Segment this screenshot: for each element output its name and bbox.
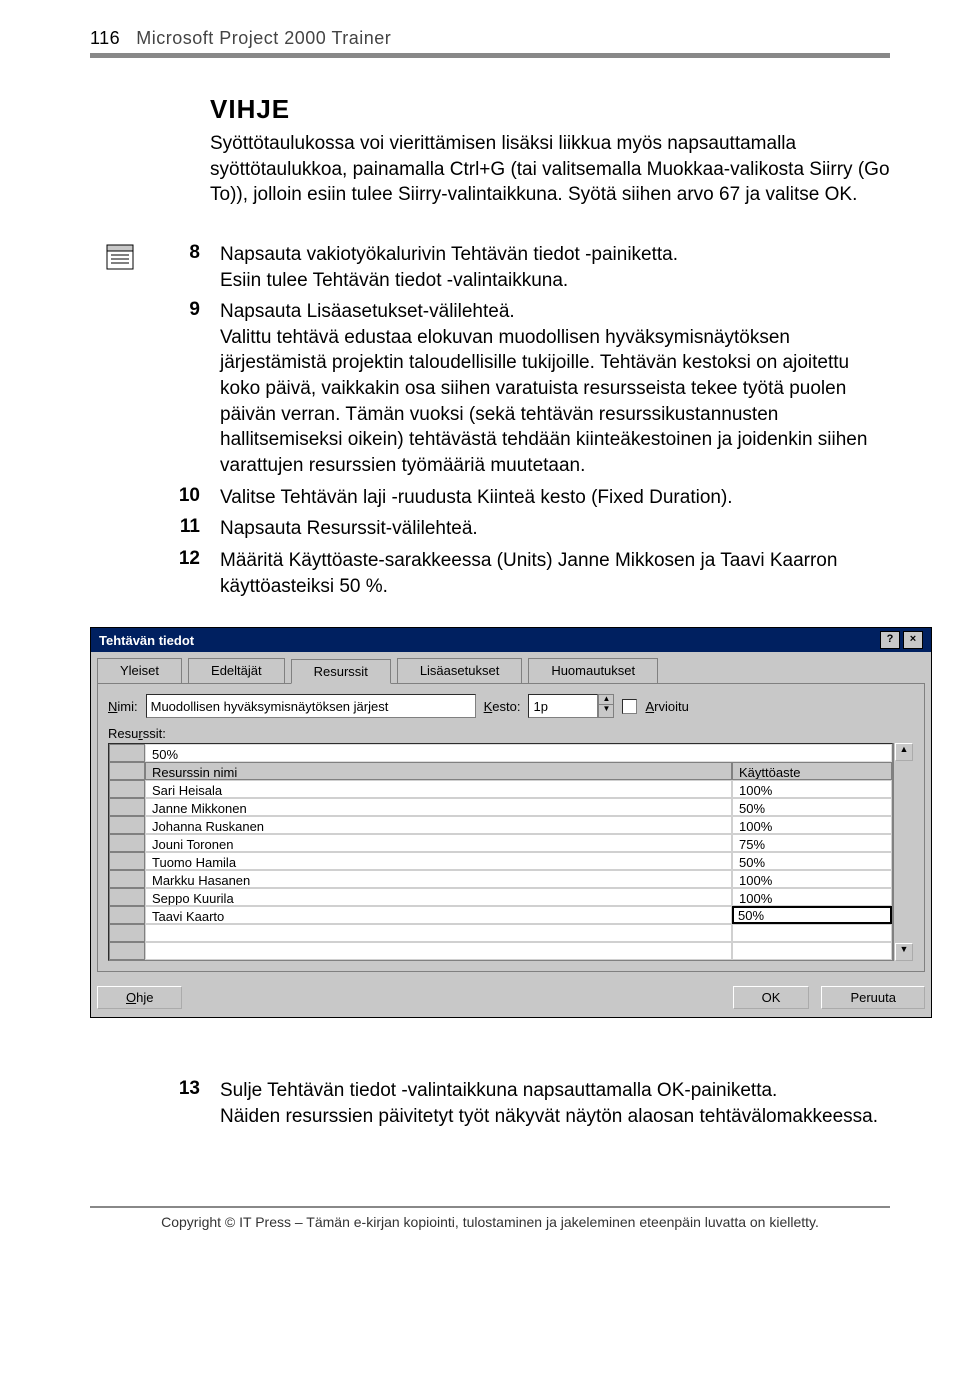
duration-field[interactable] bbox=[528, 694, 598, 718]
tip-title: VIHJE bbox=[210, 94, 890, 125]
cancel-button[interactable]: Peruuta bbox=[821, 986, 925, 1009]
name-label: Nimi: bbox=[108, 699, 138, 714]
estimated-checkbox[interactable] bbox=[622, 699, 637, 714]
step-number: 8 bbox=[150, 242, 220, 264]
name-field[interactable] bbox=[146, 694, 476, 718]
step-line: Napsauta vakiotyökalurivin Tehtävän tied… bbox=[220, 242, 890, 268]
step-row: 10 Valitse Tehtävän laji -ruudusta Kiint… bbox=[90, 485, 890, 511]
task-info-icon bbox=[90, 242, 150, 270]
tab-resources[interactable]: Resurssit bbox=[291, 659, 391, 684]
steps-list: 8 Napsauta vakiotyökalurivin Tehtävän ti… bbox=[90, 242, 890, 599]
step-text: Napsauta Lisäasetukset-välilehteä. Valit… bbox=[220, 299, 890, 478]
table-row bbox=[109, 924, 892, 942]
step-row: 12 Määritä Käyttöaste-sarakkeessa (Units… bbox=[90, 548, 890, 599]
table-row: Taavi Kaarto50% bbox=[109, 906, 892, 924]
edit-line[interactable]: 50% bbox=[145, 744, 892, 762]
scroll-up-icon[interactable]: ▲ bbox=[895, 743, 913, 761]
page-title: Microsoft Project 2000 Trainer bbox=[136, 28, 391, 49]
tab-notes[interactable]: Huomautukset bbox=[528, 658, 658, 683]
step-line: Valittu tehtävä edustaa elokuvan muodoll… bbox=[220, 325, 890, 479]
step-line: Näiden resurssien päivitetyt työt näkyvä… bbox=[220, 1104, 890, 1130]
table-row bbox=[109, 942, 892, 960]
step-number: 10 bbox=[90, 485, 220, 507]
task-info-dialog: Tehtävän tiedot ? × Yleiset Edeltäjät Re… bbox=[90, 627, 932, 1018]
table-row: Janne Mikkonen50% bbox=[109, 798, 892, 816]
tip-body: Syöttötaulukossa voi vierittämisen lisäk… bbox=[210, 131, 890, 208]
step-row: 11 Napsauta Resurssit-välilehteä. bbox=[90, 516, 890, 542]
help-icon[interactable]: ? bbox=[880, 631, 900, 649]
dialog-title: Tehtävän tiedot bbox=[99, 633, 194, 648]
step-text: Valitse Tehtävän laji -ruudusta Kiinteä … bbox=[220, 485, 890, 511]
grid-scrollbar[interactable]: ▲ ▼ bbox=[893, 743, 914, 961]
footer-rule bbox=[90, 1206, 890, 1208]
table-row: Jouni Toronen75% bbox=[109, 834, 892, 852]
resources-grid[interactable]: 50% Resurssin nimi Käyttöaste Sari Heisa… bbox=[108, 743, 893, 961]
grid-label: Resurssit: bbox=[108, 726, 914, 741]
step-text: Napsauta Resurssit-välilehteä. bbox=[220, 516, 890, 542]
tab-predecessors[interactable]: Edeltäjät bbox=[188, 658, 285, 683]
step-row: 8 Napsauta vakiotyökalurivin Tehtävän ti… bbox=[90, 242, 890, 293]
dialog-tabs: Yleiset Edeltäjät Resurssit Lisäasetukse… bbox=[91, 652, 931, 683]
footer-copyright: Copyright © IT Press – Tämän e-kirjan ko… bbox=[90, 1214, 890, 1250]
tab-general[interactable]: Yleiset bbox=[97, 658, 182, 683]
table-row: Johanna Ruskanen100% bbox=[109, 816, 892, 834]
duration-spinner[interactable]: ▲ ▼ bbox=[598, 694, 614, 718]
col-name: Resurssin nimi bbox=[145, 762, 732, 780]
table-row: Tuomo Hamila50% bbox=[109, 852, 892, 870]
table-row: Sari Heisala100% bbox=[109, 780, 892, 798]
ok-button[interactable]: OK bbox=[733, 986, 810, 1009]
step-row: 13 Sulje Tehtävän tiedot -valintaikkuna … bbox=[90, 1078, 890, 1129]
help-button[interactable]: Ohje bbox=[97, 986, 182, 1009]
header-rule-thin bbox=[90, 57, 890, 58]
duration-label: Kesto: bbox=[484, 699, 521, 714]
step-line: Esiin tulee Tehtävän tiedot -valintaikku… bbox=[220, 268, 890, 294]
step-number: 13 bbox=[90, 1078, 220, 1100]
dialog-panel: Nimi: Kesto: ▲ ▼ Arvioitu Resurssit: bbox=[97, 683, 925, 972]
tip-box: VIHJE Syöttötaulukossa voi vierittämisen… bbox=[210, 94, 890, 208]
tab-advanced[interactable]: Lisäasetukset bbox=[397, 658, 523, 683]
step-number: 12 bbox=[90, 548, 220, 570]
scroll-down-icon[interactable]: ▼ bbox=[895, 943, 913, 961]
estimated-label: Arvioitu bbox=[645, 699, 688, 714]
row-header bbox=[109, 762, 145, 780]
page-header: 116 Microsoft Project 2000 Trainer bbox=[90, 28, 890, 49]
step-row: 9 Napsauta Lisäasetukset-välilehteä. Val… bbox=[90, 299, 890, 478]
step-line: Napsauta Lisäasetukset-välilehteä. bbox=[220, 299, 890, 325]
step-number: 9 bbox=[150, 299, 220, 321]
table-row: Markku Hasanen100% bbox=[109, 870, 892, 888]
dialog-titlebar: Tehtävän tiedot ? × bbox=[91, 628, 931, 652]
step-text: Napsauta vakiotyökalurivin Tehtävän tied… bbox=[220, 242, 890, 293]
steps-list-2: 13 Sulje Tehtävän tiedot -valintaikkuna … bbox=[90, 1078, 890, 1129]
index-cell bbox=[109, 744, 145, 762]
close-icon[interactable]: × bbox=[903, 631, 923, 649]
page-number: 116 bbox=[90, 28, 120, 49]
chevron-down-icon[interactable]: ▼ bbox=[599, 705, 613, 714]
col-units: Käyttöaste bbox=[732, 762, 892, 780]
step-text: Määritä Käyttöaste-sarakkeessa (Units) J… bbox=[220, 548, 890, 599]
step-line: Sulje Tehtävän tiedot -valintaikkuna nap… bbox=[220, 1078, 890, 1104]
step-text: Sulje Tehtävän tiedot -valintaikkuna nap… bbox=[220, 1078, 890, 1129]
step-number: 11 bbox=[90, 516, 220, 538]
table-row: Seppo Kuurila100% bbox=[109, 888, 892, 906]
